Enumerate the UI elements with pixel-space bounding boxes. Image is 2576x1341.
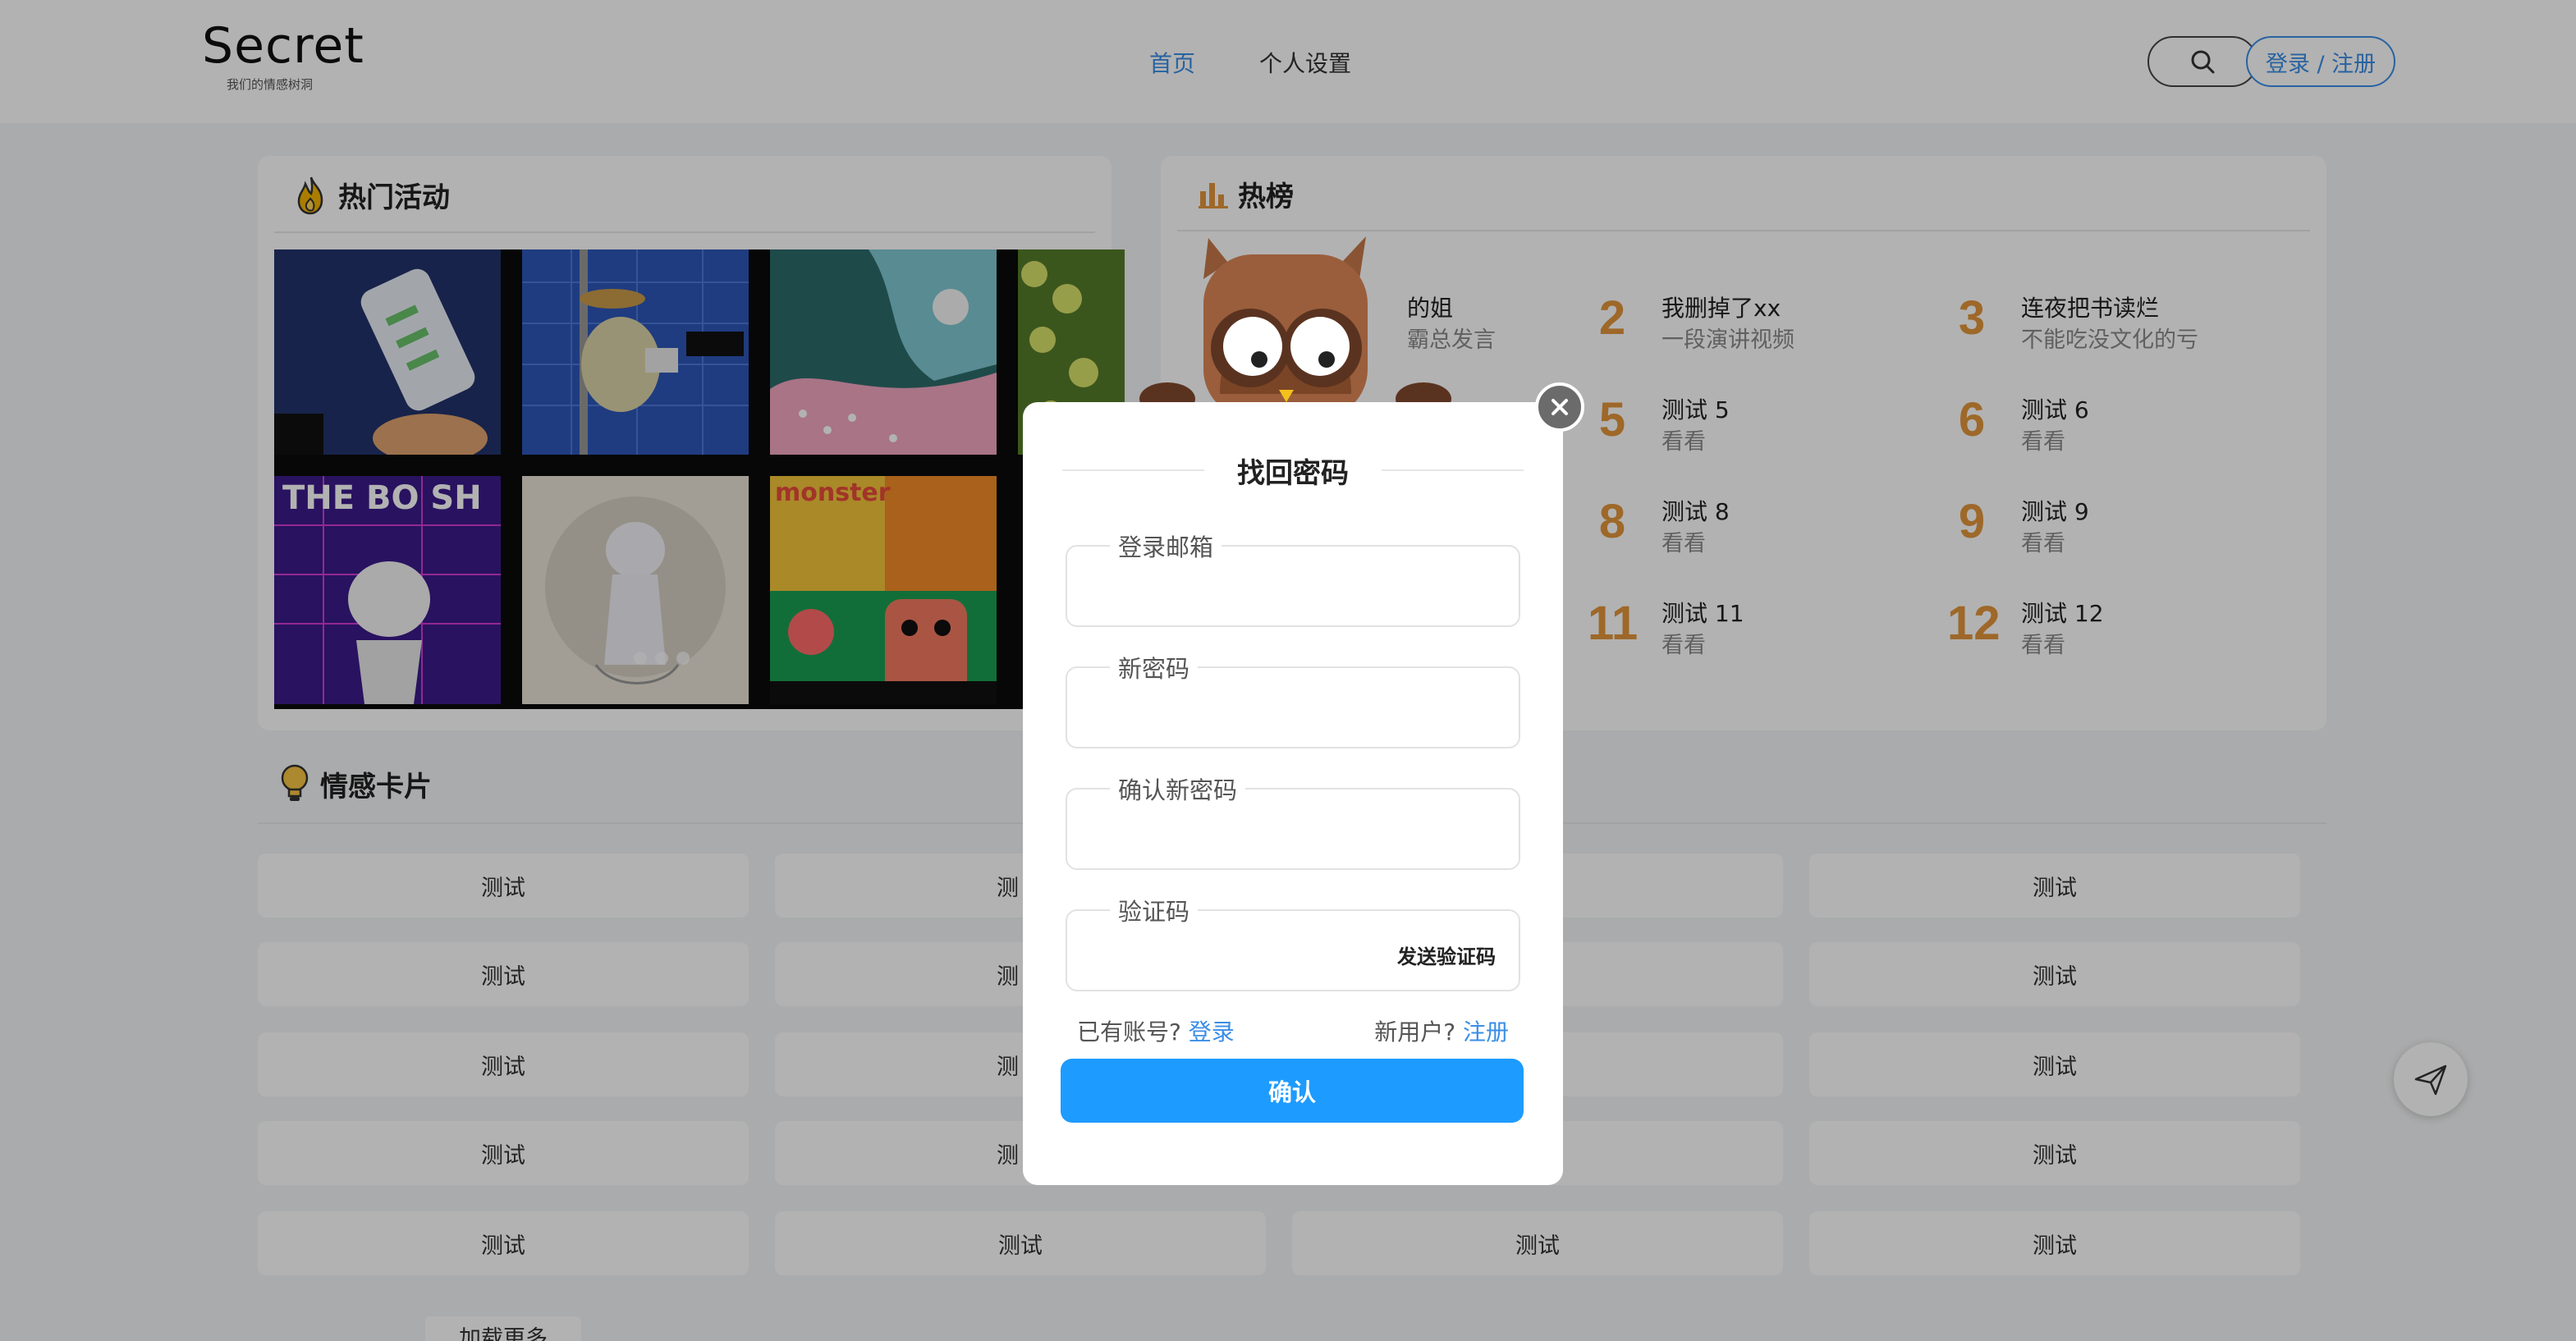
divider bbox=[1382, 469, 1524, 471]
confirm-button[interactable]: 确认 bbox=[1061, 1059, 1524, 1123]
confirm-password-field[interactable]: 确认新密码 bbox=[1066, 771, 1520, 870]
login-link[interactable]: 登录 bbox=[1189, 1018, 1235, 1046]
register-prompt: 新用户? 注册 bbox=[1374, 1014, 1509, 1047]
new-user-text: 新用户? bbox=[1374, 1018, 1456, 1046]
email-field-label: 登录邮箱 bbox=[1110, 529, 1222, 563]
confirm-password-label: 确认新密码 bbox=[1110, 771, 1246, 806]
account-links: 已有账号? 登录 新用户? 注册 bbox=[1077, 1014, 1509, 1047]
new-password-input[interactable] bbox=[1084, 693, 1478, 734]
login-prompt: 已有账号? 登录 bbox=[1077, 1014, 1235, 1047]
modal-title: 找回密码 bbox=[1237, 456, 1349, 490]
confirm-password-input[interactable] bbox=[1084, 814, 1478, 855]
verification-code-field[interactable]: 验证码 发送验证码 bbox=[1066, 893, 1520, 991]
send-code-button[interactable]: 发送验证码 bbox=[1397, 941, 1496, 969]
modal-title-row: 找回密码 bbox=[1062, 450, 1524, 491]
verification-code-input[interactable] bbox=[1084, 936, 1379, 977]
have-account-text: 已有账号? bbox=[1077, 1018, 1181, 1046]
verification-code-label: 验证码 bbox=[1110, 893, 1199, 927]
register-link[interactable]: 注册 bbox=[1463, 1018, 1509, 1046]
close-icon bbox=[1552, 399, 1568, 415]
owl-mascot bbox=[1139, 236, 1451, 419]
divider bbox=[1062, 469, 1204, 471]
new-password-label: 新密码 bbox=[1110, 650, 1199, 684]
email-input[interactable] bbox=[1084, 571, 1478, 612]
modal-close-button[interactable] bbox=[1535, 382, 1584, 432]
email-field[interactable]: 登录邮箱 bbox=[1066, 529, 1520, 627]
reset-password-modal: 找回密码 登录邮箱 新密码 确认新密码 验证码 发送验证码 已有账号? 登录 新… bbox=[1023, 402, 1563, 1185]
new-password-field[interactable]: 新密码 bbox=[1066, 650, 1520, 748]
